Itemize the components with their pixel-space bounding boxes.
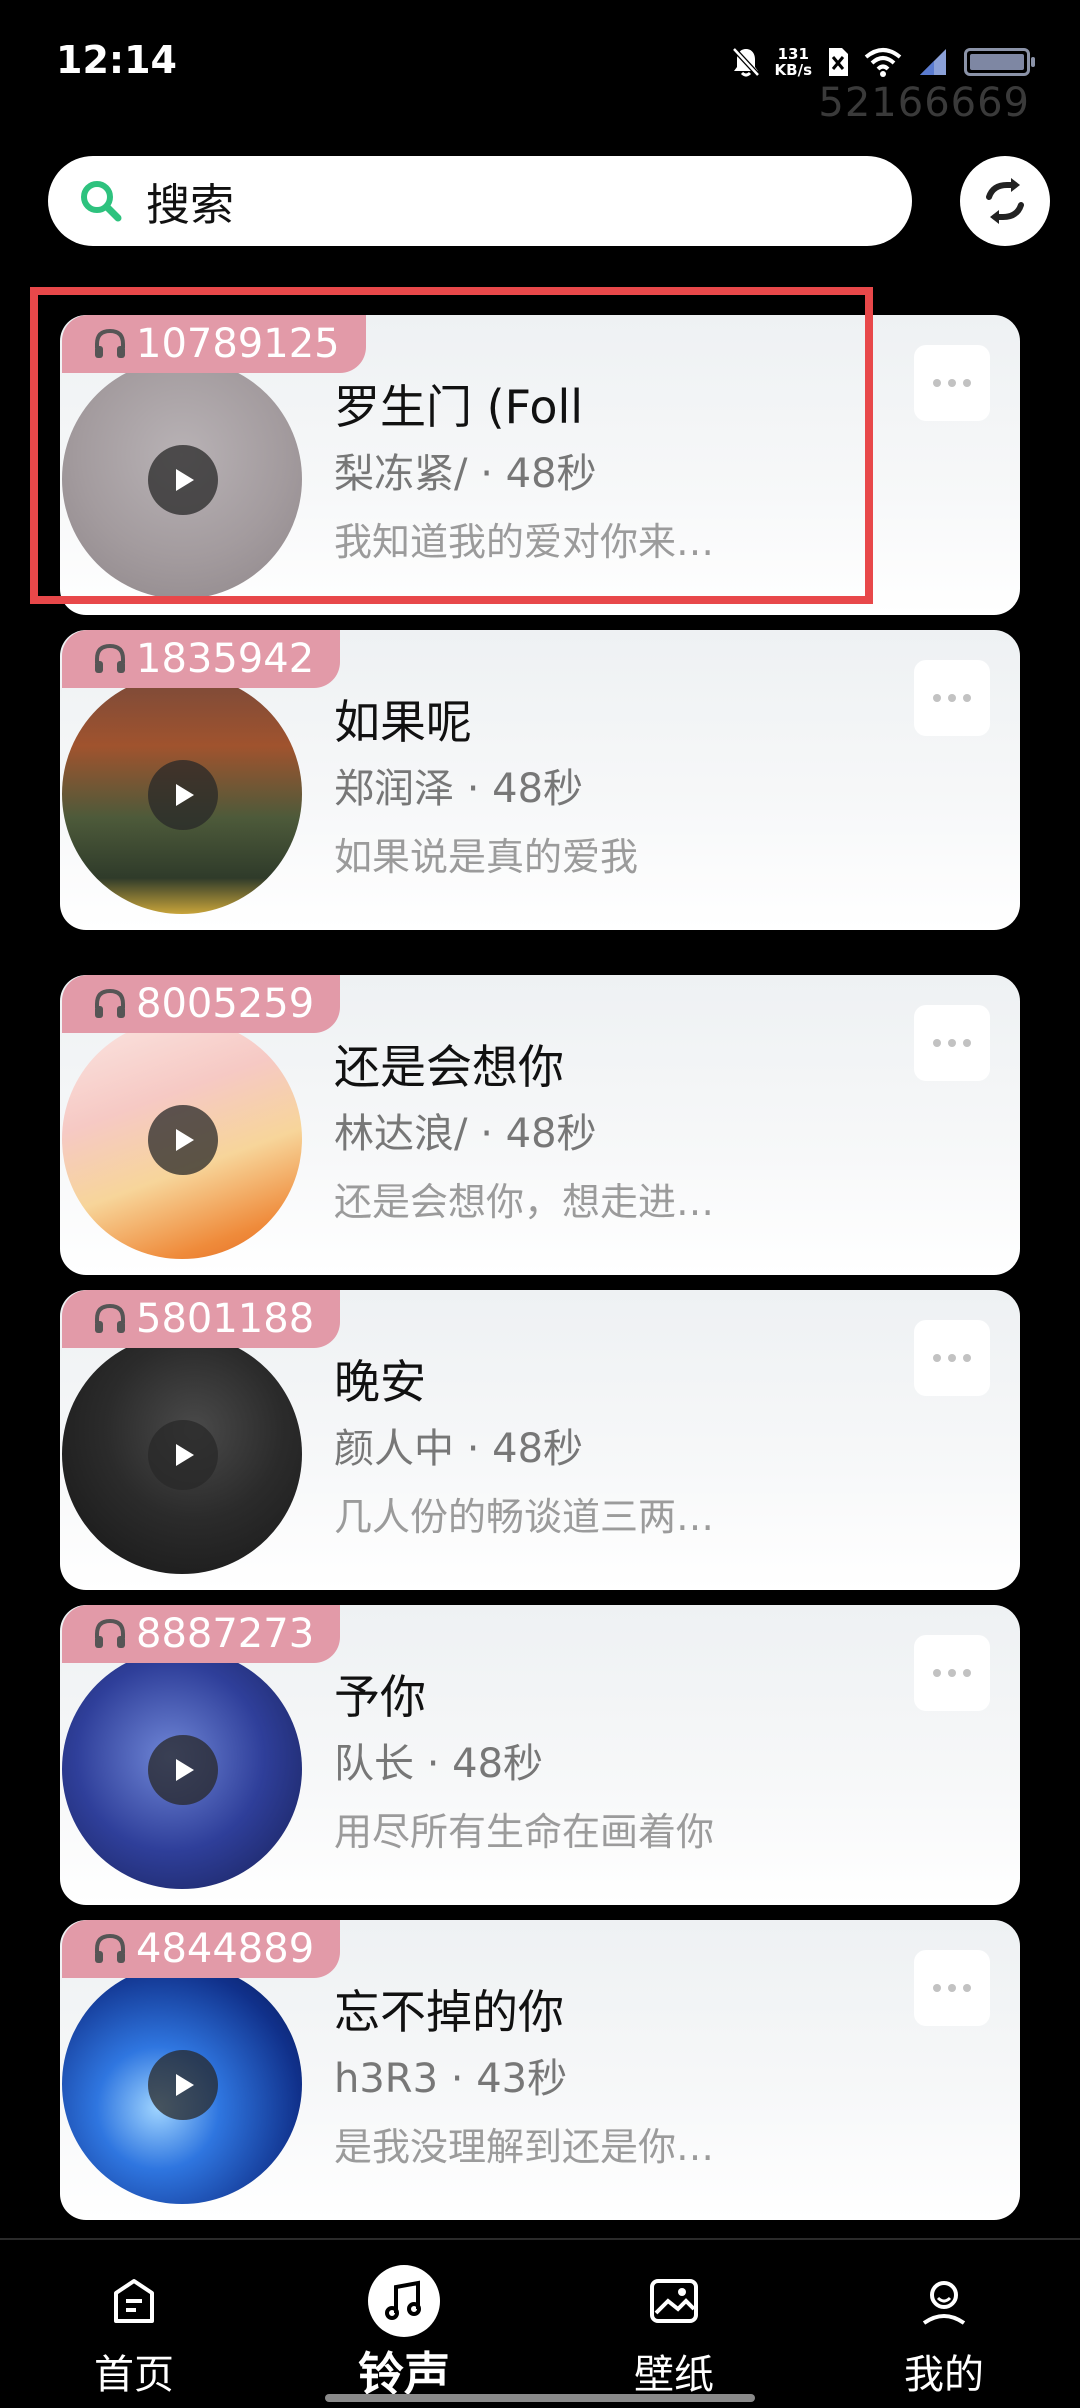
play-icon: [176, 2074, 194, 2096]
play-count: 8887273: [136, 1611, 315, 1657]
play-icon: [176, 784, 194, 806]
song-lyric: 用尽所有生命在画着你: [334, 1810, 715, 1854]
music-note-icon: [385, 2280, 421, 2320]
headphones-icon: [95, 1933, 125, 1963]
headphones-icon: [95, 643, 125, 673]
song-title: 还是会想你: [334, 1040, 564, 1094]
play-button[interactable]: [148, 1735, 218, 1805]
play-button[interactable]: [148, 1105, 218, 1175]
song-title: 如果呢: [334, 695, 472, 749]
song-meta: 颜人中 · 48秒: [334, 1426, 584, 1472]
bell-muted-icon: [731, 47, 760, 77]
song-title: 晚安: [334, 1355, 426, 1409]
search-icon: [81, 181, 122, 222]
play-button[interactable]: [148, 760, 218, 830]
song-card[interactable]: 8005259 还是会想你 林达浪/ · 48秒 还是会想你，想走进…: [60, 975, 1020, 1275]
album-cover[interactable]: [62, 1649, 302, 1889]
song-meta: 队长 · 48秒: [334, 1741, 544, 1787]
more-button[interactable]: [914, 345, 990, 421]
song-card[interactable]: 4844889 忘不掉的你 h3R3 · 43秒 是我没理解到还是你…: [60, 1920, 1020, 2220]
play-count: 8005259: [136, 981, 315, 1027]
more-button[interactable]: [914, 660, 990, 736]
headphones-icon: [95, 328, 125, 358]
song-lyric: 如果说是真的爱我: [334, 835, 639, 879]
signal-icon: [920, 49, 946, 75]
no-sim-icon: [829, 48, 848, 76]
net-speed-unit: KB/s: [774, 61, 812, 79]
song-lyric: 是我没理解到还是你…: [334, 2125, 715, 2169]
more-button[interactable]: [914, 1320, 990, 1396]
song-card[interactable]: 1835942 如果呢 郑润泽 · 48秒 如果说是真的爱我: [60, 630, 1020, 930]
play-button[interactable]: [148, 2050, 218, 2120]
album-cover[interactable]: [62, 674, 302, 914]
play-count-badge: 8005259: [62, 975, 341, 1033]
song-card[interactable]: 8887273 予你 队长 · 48秒 用尽所有生命在画着你: [60, 1605, 1020, 1905]
bottom-nav: 首页 铃声 壁纸 我的: [0, 2238, 1080, 2408]
play-count-badge: 1835942: [62, 630, 341, 688]
song-meta: 郑润泽 · 48秒: [334, 766, 584, 812]
battery-icon: [964, 48, 1035, 76]
song-lyric: 还是会想你，想走进…: [334, 1180, 715, 1224]
song-lyric: 几人份的畅谈道三两…: [334, 1495, 715, 1539]
more-button[interactable]: [914, 1635, 990, 1711]
net-speed: 131 KB/s: [775, 46, 812, 78]
album-cover[interactable]: [62, 1019, 302, 1259]
status-icons: 131 KB/s: [731, 42, 1035, 82]
search-placeholder: 搜索: [146, 180, 234, 231]
refresh-button[interactable]: [960, 156, 1050, 246]
album-cover[interactable]: [62, 1334, 302, 1574]
search-bar[interactable]: 搜索: [48, 156, 912, 246]
nav-mine[interactable]: 我的: [844, 2270, 1044, 2400]
song-card[interactable]: 5801188 晚安 颜人中 · 48秒 几人份的畅谈道三两…: [60, 1290, 1020, 1590]
nav-ringtone[interactable]: 铃声: [304, 2265, 504, 2404]
status-time: 12:14: [56, 38, 177, 82]
refresh-icon: [986, 178, 1024, 224]
play-count-badge: 8887273: [62, 1605, 341, 1663]
song-meta: h3R3 · 43秒: [334, 2056, 568, 2102]
more-button[interactable]: [914, 1950, 990, 2026]
play-count: 1835942: [136, 636, 315, 682]
image-icon: [650, 2279, 698, 2323]
net-speed-value: 131: [777, 45, 809, 63]
play-icon: [176, 1129, 194, 1151]
nav-label: 我的: [904, 2352, 984, 2398]
song-title: 予你: [334, 1670, 426, 1724]
headphones-icon: [95, 1303, 125, 1333]
nav-home[interactable]: 首页: [34, 2270, 234, 2400]
more-button[interactable]: [914, 1005, 990, 1081]
headphones-icon: [95, 1618, 125, 1648]
user-icon: [922, 2281, 966, 2325]
home-indicator[interactable]: [325, 2394, 755, 2402]
song-meta: 林达浪/ · 48秒: [334, 1111, 597, 1157]
nav-label: 首页: [94, 2352, 174, 2398]
status-bar: 12:14 131 KB/s 52166669: [0, 0, 1080, 130]
play-count: 5801188: [136, 1296, 315, 1342]
album-cover[interactable]: [62, 1964, 302, 2204]
nav-label: 壁纸: [634, 2352, 714, 2398]
home-icon: [114, 2279, 154, 2323]
play-icon: [176, 1444, 194, 1466]
play-count: 10789125: [136, 321, 340, 367]
play-count-badge: 5801188: [62, 1290, 341, 1348]
headphones-icon: [95, 988, 125, 1018]
play-count: 4844889: [136, 1926, 315, 1972]
watermark-id: 52166669: [818, 80, 1030, 126]
nav-wallpaper[interactable]: 壁纸: [574, 2270, 774, 2400]
play-button[interactable]: [148, 1420, 218, 1490]
wifi-icon: [864, 48, 902, 77]
song-title: 忘不掉的你: [334, 1985, 564, 2039]
play-count-badge: 10789125: [62, 315, 366, 373]
play-count-badge: 4844889: [62, 1920, 341, 1978]
play-icon: [176, 1759, 194, 1781]
